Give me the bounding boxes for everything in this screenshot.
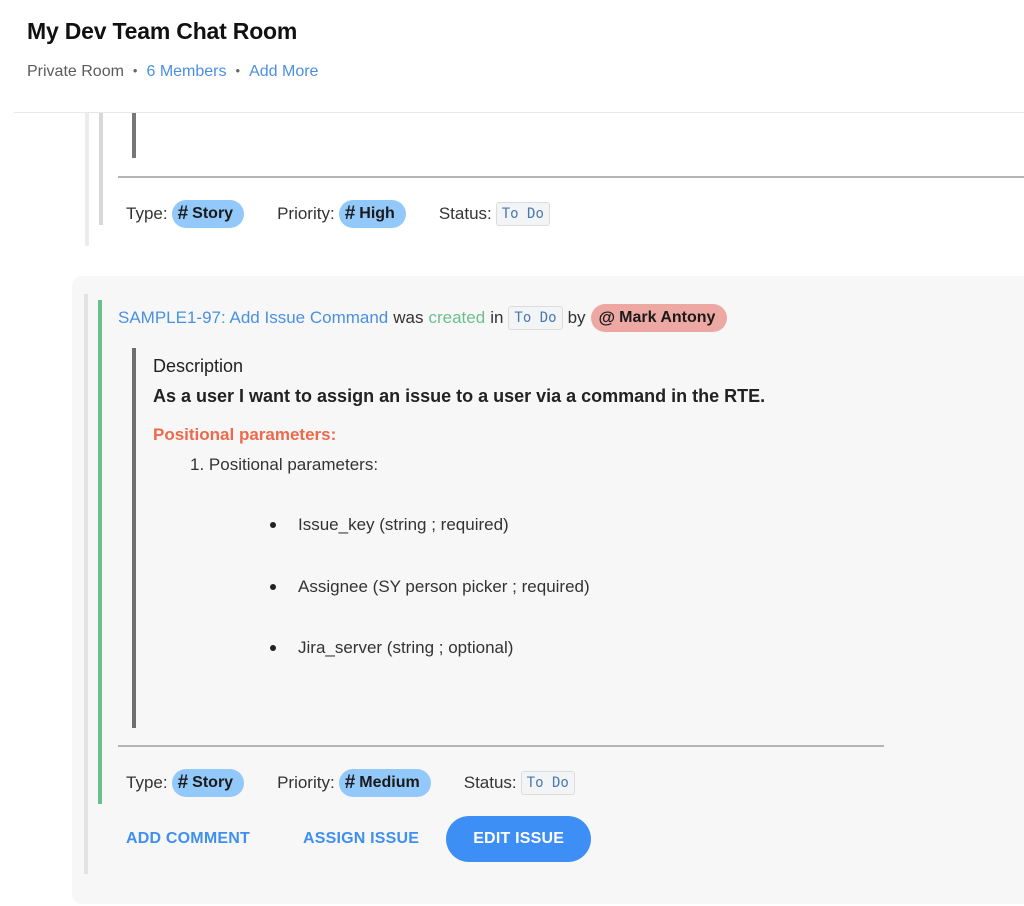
description-text: As a user I want to assign an issue to a… [153, 386, 766, 406]
members-link[interactable]: 6 Members [146, 63, 226, 80]
separator-dot: • [132, 63, 138, 78]
headline-was: was [393, 308, 424, 327]
headline-by: by [567, 308, 586, 327]
hash-icon: # [344, 772, 356, 793]
room-meta: Private Room • 6 Members • Add More [27, 63, 318, 81]
status-chip: To Do [508, 306, 563, 330]
author-name: Mark Antony [619, 309, 716, 326]
priority-value: High [359, 205, 395, 222]
status-chip: To Do [520, 771, 575, 795]
headline-action: created [428, 308, 486, 327]
list-item-text: Assignee (SY person picker ; required) [298, 577, 590, 596]
hash-icon: # [344, 203, 356, 224]
hash-icon: # [177, 772, 189, 793]
list-item: Assignee (SY person picker ; required) [270, 577, 590, 597]
card-divider [118, 745, 884, 747]
status-label: Status: [438, 204, 492, 223]
add-comment-button[interactable]: ADD COMMENT [126, 830, 250, 848]
list-item: Issue_key (string ; required) [270, 515, 509, 535]
list-item-text: Issue_key (string ; required) [298, 515, 509, 534]
type-label: Type: [126, 204, 168, 223]
list-item: Jira_server (string ; optional) [270, 638, 513, 658]
type-value: Story [192, 774, 234, 791]
priority-label: Priority: [277, 204, 335, 223]
room-header: My Dev Team Chat Room Private Room • 6 Mem… [0, 0, 1024, 113]
bullet-icon [270, 645, 276, 651]
author-mention[interactable]: @ Mark Antony [590, 304, 728, 332]
type-tag[interactable]: # Story [171, 769, 245, 797]
assign-issue-button[interactable]: ASSIGN ISSUE [303, 830, 419, 848]
parameters-heading: Positional parameters: [153, 425, 337, 444]
message-thread-bar [84, 294, 88, 874]
previous-issue-meta: Type: # Story Priority: # High Status: To … [126, 200, 550, 228]
status-chip: To Do [495, 202, 550, 226]
issue-link[interactable]: SAMPLE1-97: Add Issue Command [118, 308, 388, 328]
issue-created-accent-bar [98, 300, 102, 804]
description-label: Description [153, 356, 244, 376]
priority-tag[interactable]: # Medium [338, 769, 431, 797]
issue-meta: Type: # Story Priority: # Medium Status: T… [126, 769, 575, 797]
message-thread-bar [85, 113, 89, 246]
at-icon: @ [598, 308, 616, 327]
room-type: Private Room [27, 63, 124, 80]
header-divider [14, 112, 1024, 113]
type-value: Story [192, 205, 234, 222]
priority-label: Priority: [277, 773, 335, 792]
description-quote-bar [132, 348, 136, 728]
message-divider [118, 176, 1024, 178]
priority-tag[interactable]: # High [338, 200, 406, 228]
issue-actions: ADD COMMENT ASSIGN ISSUE EDIT ISSUE [126, 816, 592, 862]
headline-in: in [490, 308, 504, 327]
priority-value: Medium [359, 774, 420, 791]
list-item-text: Jira_server (string ; optional) [298, 638, 514, 657]
bullet-icon [270, 522, 276, 528]
bullet-icon [270, 584, 276, 590]
ordered-list-item: 1. Positional parameters: [190, 455, 379, 474]
status-label: Status: [463, 773, 517, 792]
description-quote-bar [132, 113, 136, 158]
issue-headline: SAMPLE1-97: Add Issue Command was create… [118, 304, 728, 332]
edit-issue-button[interactable]: EDIT ISSUE [446, 816, 592, 862]
add-more-link[interactable]: Add More [249, 63, 318, 80]
type-tag[interactable]: # Story [171, 200, 245, 228]
message-accent-bar [99, 113, 103, 225]
separator-dot: • [235, 63, 241, 78]
hash-icon: # [177, 203, 189, 224]
type-label: Type: [126, 773, 168, 792]
room-title: My Dev Team Chat Room [27, 18, 298, 44]
